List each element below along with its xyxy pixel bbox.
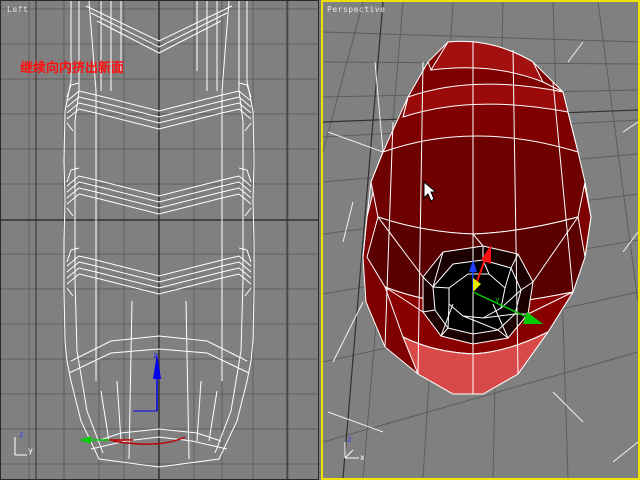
annotation-text: 继续向内挤出新面 <box>20 61 125 76</box>
axis-z-label: z <box>347 435 352 444</box>
axis-tripod: z y <box>14 430 33 456</box>
viewport-label-left[interactable]: Left <box>7 5 28 14</box>
axis-tripod: z x <box>344 435 365 462</box>
axis-x-label: x <box>360 453 365 462</box>
svg-text:z: z <box>153 351 158 360</box>
svg-text:y: y <box>495 295 500 304</box>
axis-y-label: y <box>28 446 33 455</box>
left-viewport[interactable]: Left 继续向内挤出新面 z z y <box>0 0 319 480</box>
perspective-viewport[interactable]: Perspective y z x <box>321 0 640 480</box>
transform-gizmo[interactable]: z <box>133 351 161 412</box>
axis-z-label: z <box>19 430 24 439</box>
mesh <box>362 40 592 395</box>
viewport-label-perspective[interactable]: Perspective <box>327 5 385 14</box>
perspective-viewport-canvas: y z x <box>323 2 638 478</box>
